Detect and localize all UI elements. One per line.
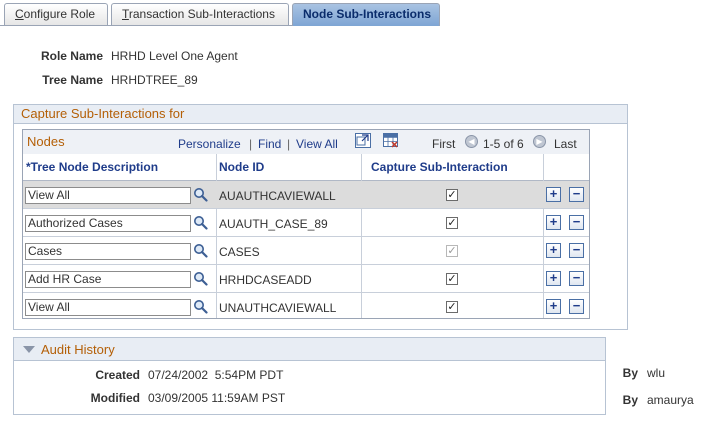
tab-label-rest: onfigure Role <box>23 7 96 21</box>
magnifier-icon[interactable] <box>193 243 208 258</box>
tab-bar: Configure Role Transaction Sub-Interacti… <box>0 3 702 26</box>
chevron-left-icon[interactable]: ◀ <box>465 135 478 148</box>
tree-node-description-input[interactable]: Authorized Cases <box>25 215 191 232</box>
col-header-capture[interactable]: Capture Sub-Interaction <box>371 160 508 174</box>
table-row: Add HR Case HRHDCASEADD ✓ + − <box>23 265 589 293</box>
add-row-button[interactable]: + <box>546 187 561 202</box>
zoom-grid-icon[interactable] <box>355 133 371 148</box>
nav-separator: | <box>249 137 253 151</box>
tab-label: Node Sub-Interactions <box>303 7 432 21</box>
audit-history-header[interactable]: Audit History <box>13 337 606 361</box>
created-label: Created <box>95 368 140 382</box>
node-id-value: AUAUTH_CASE_89 <box>219 217 328 231</box>
first-label: First <box>432 137 456 151</box>
find-link[interactable]: Find <box>258 137 281 151</box>
column-header-row: *Tree Node Description Node ID Capture S… <box>23 154 589 181</box>
audit-history-title: Audit History <box>41 342 115 357</box>
delete-row-button[interactable]: − <box>569 299 584 314</box>
grid-title: Nodes <box>27 134 65 149</box>
magnifier-icon[interactable] <box>193 299 208 314</box>
table-row: View All AUAUTHCAVIEWALL ✓ + − <box>23 181 589 209</box>
download-grid-icon[interactable] <box>383 133 399 148</box>
capture-checkbox-disabled: ✓ <box>446 245 458 257</box>
table-row: View All UNAUTHCAVIEWALL ✓ + − <box>23 293 589 321</box>
add-row-button[interactable]: + <box>546 299 561 314</box>
chevron-right-icon[interactable]: ▶ <box>533 135 546 148</box>
created-by-value: wlu <box>647 366 666 380</box>
personalize-link[interactable]: Personalize <box>178 137 241 151</box>
delete-row-button[interactable]: − <box>569 271 584 286</box>
capture-checkbox[interactable]: ✓ <box>446 301 458 313</box>
view-all-link[interactable]: View All <box>296 137 338 151</box>
delete-row-button[interactable]: − <box>569 187 584 202</box>
tab-label-rest: ransaction Sub-Interactions <box>128 7 275 21</box>
last-label: Last <box>554 137 577 151</box>
tree-name-value: HRHDTREE_89 <box>111 73 198 87</box>
tree-name-label: Tree Name <box>42 73 103 87</box>
nodes-grid: Nodes Personalize | Find | View All Firs… <box>22 129 590 319</box>
col-header-node-id[interactable]: Node ID <box>219 160 264 174</box>
node-id-value: HRHDCASEADD <box>219 273 312 287</box>
add-row-button[interactable]: + <box>546 271 561 286</box>
add-row-button[interactable]: + <box>546 243 561 258</box>
col-header-description[interactable]: *Tree Node Description <box>26 160 158 174</box>
created-by-label: By <box>622 366 638 380</box>
nav-separator: | <box>287 137 291 151</box>
node-id-value: AUAUTHCAVIEWALL <box>219 189 336 203</box>
tree-node-description-input[interactable]: View All <box>25 187 191 204</box>
table-row: Authorized Cases AUAUTH_CASE_89 ✓ + − <box>23 209 589 237</box>
magnifier-icon[interactable] <box>193 215 208 230</box>
modified-by-label: By <box>622 393 638 407</box>
magnifier-icon[interactable] <box>193 187 208 202</box>
modified-by-value: amaurya <box>647 393 694 407</box>
triangle-down-icon[interactable] <box>23 346 35 353</box>
groupbox-title: Capture Sub-Interactions for <box>14 105 627 124</box>
add-row-button[interactable]: + <box>546 215 561 230</box>
tree-node-description-input[interactable]: View All <box>25 299 191 316</box>
capture-checkbox[interactable]: ✓ <box>446 189 458 201</box>
delete-row-button[interactable]: − <box>569 215 584 230</box>
created-value: 07/24/2002 5:54PM PDT <box>148 368 284 382</box>
tab-underline-char: C <box>15 7 24 21</box>
capture-checkbox[interactable]: ✓ <box>446 217 458 229</box>
role-name-value: HRHD Level One Agent <box>111 49 238 63</box>
modified-label: Modified <box>90 391 140 405</box>
tab-transaction-sub-interactions[interactable]: Transaction Sub-Interactions <box>111 3 289 25</box>
tree-node-description-input[interactable]: Add HR Case <box>25 271 191 288</box>
tab-underline-char: T <box>122 7 129 21</box>
tree-node-description-input[interactable]: Cases <box>25 243 191 260</box>
delete-row-button[interactable]: − <box>569 243 584 258</box>
tab-configure-role[interactable]: Configure Role <box>4 3 108 25</box>
magnifier-icon[interactable] <box>193 271 208 286</box>
capture-checkbox[interactable]: ✓ <box>446 273 458 285</box>
table-row: Cases CASES ✓ + − <box>23 237 589 265</box>
grid-navigation: Nodes Personalize | Find | View All Firs… <box>23 130 589 154</box>
role-name-label: Role Name <box>40 49 103 63</box>
tab-node-sub-interactions[interactable]: Node Sub-Interactions <box>292 3 440 26</box>
modified-value: 03/09/2005 11:59AM PST <box>148 391 286 405</box>
row-range: 1-5 of 6 <box>483 137 524 151</box>
node-id-value: UNAUTHCAVIEWALL <box>219 301 337 315</box>
node-id-value: CASES <box>219 245 260 259</box>
